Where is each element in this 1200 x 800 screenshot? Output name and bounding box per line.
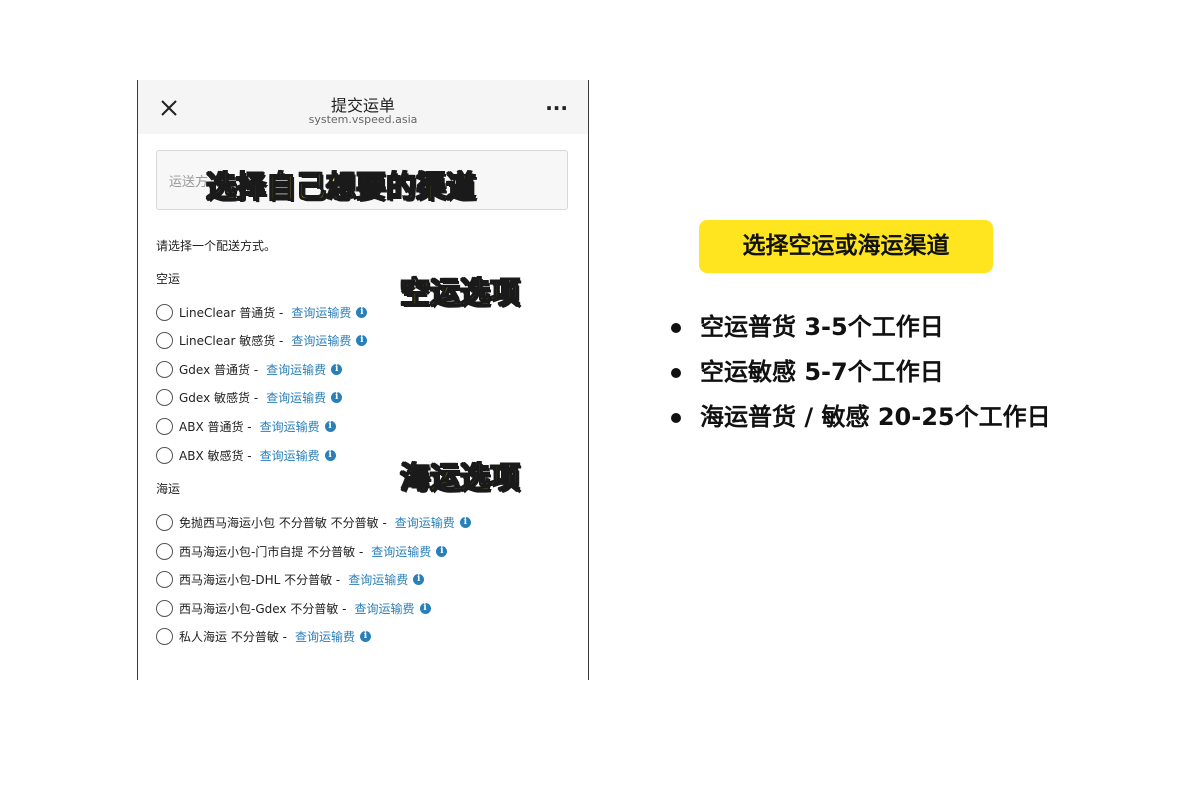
radio-icon[interactable] bbox=[156, 331, 173, 349]
radio-icon[interactable] bbox=[156, 513, 173, 531]
option-label: ABX 普通货 - bbox=[179, 419, 252, 434]
check-fee-link[interactable]: 查询运输费 bbox=[354, 600, 414, 617]
shipping-option[interactable]: 西马海运小包-DHL 不分普敏 - 查询运输费 i bbox=[156, 569, 425, 589]
shipping-method-placeholder: 运送方 bbox=[169, 175, 209, 190]
overlay-caption-choose-channel: 选择自己想要的渠道 bbox=[205, 169, 476, 205]
shipping-option[interactable]: LineClear 敏感货 - 查询运输费 i bbox=[156, 330, 368, 350]
option-label: Gdex 普通货 - bbox=[179, 362, 259, 377]
shipping-option[interactable]: ABX 普通货 - 查询运输费 i bbox=[156, 416, 336, 436]
option-label: 私人海运 不分普敏 - bbox=[179, 629, 287, 644]
info-icon[interactable]: i bbox=[359, 630, 371, 642]
check-fee-link[interactable]: 查询运输费 bbox=[371, 543, 431, 560]
page-url: system.vspeed.asia bbox=[308, 113, 418, 126]
info-icon[interactable]: i bbox=[459, 516, 471, 528]
top-bar: 提交运单 system.vspeed.asia ··· bbox=[138, 80, 588, 134]
option-label: 西马海运小包-Gdex 不分普敏 - bbox=[179, 601, 347, 616]
instruction-text: 请选择一个配送方式。 bbox=[156, 239, 277, 253]
option-label: ABX 敏感货 - bbox=[179, 448, 252, 463]
info-icon[interactable]: i bbox=[356, 334, 368, 346]
check-fee-link[interactable]: 查询运输费 bbox=[260, 418, 320, 435]
check-fee-link[interactable]: 查询运输费 bbox=[260, 447, 320, 464]
annotation-bullet-list: 空运普货 3-5个工作日 空运敏感 5-7个工作日 海运普货 / 敏感 20-2… bbox=[668, 305, 1051, 440]
option-label: 西马海运小包-DHL 不分普敏 - bbox=[179, 572, 341, 587]
radio-icon[interactable] bbox=[156, 388, 173, 406]
section-label-air: 空运 bbox=[156, 272, 181, 286]
overlay-caption-sea: 海运选项 bbox=[399, 460, 520, 496]
shipping-option[interactable]: LineClear 普通货 - 查询运输费 i bbox=[156, 302, 368, 322]
radio-icon[interactable] bbox=[156, 446, 173, 464]
annotation-bullet: 空运普货 3-5个工作日 bbox=[668, 305, 1051, 350]
radio-icon[interactable] bbox=[156, 599, 173, 617]
bullet-text: 空运普货 3-5个工作日 bbox=[700, 313, 944, 341]
check-fee-link[interactable]: 查询运输费 bbox=[291, 304, 351, 321]
option-label: Gdex 敏感货 - bbox=[179, 390, 259, 405]
info-icon[interactable]: i bbox=[356, 306, 368, 318]
shipping-option[interactable]: 免抛西马海运小包 不分普敏 不分普敏 - 查询运输费 i bbox=[156, 512, 471, 532]
info-icon[interactable]: i bbox=[436, 545, 448, 557]
info-icon[interactable]: i bbox=[331, 391, 343, 403]
info-icon[interactable]: i bbox=[331, 363, 343, 375]
radio-icon[interactable] bbox=[156, 303, 173, 321]
section-label-sea: 海运 bbox=[156, 482, 181, 496]
check-fee-link[interactable]: 查询运输费 bbox=[291, 332, 351, 349]
bullet-dot-icon bbox=[671, 413, 681, 423]
annotation-bullet: 海运普货 / 敏感 20-25个工作日 bbox=[668, 395, 1051, 440]
annotation-bullet: 空运敏感 5-7个工作日 bbox=[668, 350, 1051, 395]
check-fee-link[interactable]: 查询运输费 bbox=[395, 514, 455, 531]
bullet-text: 海运普货 / 敏感 20-25个工作日 bbox=[700, 403, 1051, 431]
radio-icon[interactable] bbox=[156, 570, 173, 588]
shipping-option[interactable]: 西马海运小包-Gdex 不分普敏 - 查询运输费 i bbox=[156, 598, 431, 618]
info-icon[interactable]: i bbox=[324, 449, 336, 461]
shipping-option[interactable]: Gdex 普通货 - 查询运输费 i bbox=[156, 359, 343, 379]
option-label: LineClear 敏感货 - bbox=[179, 333, 284, 348]
radio-icon[interactable] bbox=[156, 542, 173, 560]
more-icon[interactable]: ··· bbox=[545, 96, 568, 120]
option-label: LineClear 普通货 - bbox=[179, 305, 284, 320]
radio-icon[interactable] bbox=[156, 360, 173, 378]
radio-icon[interactable] bbox=[156, 417, 173, 435]
shipping-option[interactable]: ABX 敏感货 - 查询运输费 i bbox=[156, 445, 336, 465]
check-fee-link[interactable]: 查询运输费 bbox=[348, 571, 408, 588]
phone-screenshot: 提交运单 system.vspeed.asia ··· 运送方 选择自己想要的渠… bbox=[137, 80, 589, 680]
shipping-option[interactable]: 私人海运 不分普敏 - 查询运输费 i bbox=[156, 626, 371, 646]
info-icon[interactable]: i bbox=[419, 602, 431, 614]
shipping-option[interactable]: Gdex 敏感货 - 查询运输费 i bbox=[156, 387, 343, 407]
annotation-badge: 选择空运或海运渠道 bbox=[699, 220, 993, 273]
option-label: 西马海运小包-门市自提 不分普敏 - bbox=[179, 544, 364, 559]
check-fee-link[interactable]: 查询运输费 bbox=[266, 389, 326, 406]
info-icon[interactable]: i bbox=[413, 573, 425, 585]
check-fee-link[interactable]: 查询运输费 bbox=[295, 628, 355, 645]
check-fee-link[interactable]: 查询运输费 bbox=[266, 361, 326, 378]
bullet-dot-icon bbox=[671, 368, 681, 378]
radio-icon[interactable] bbox=[156, 627, 173, 645]
bullet-dot-icon bbox=[671, 323, 681, 333]
shipping-option[interactable]: 西马海运小包-门市自提 不分普敏 - 查询运输费 i bbox=[156, 541, 448, 561]
option-label: 免抛西马海运小包 不分普敏 不分普敏 - bbox=[179, 515, 387, 530]
info-icon[interactable]: i bbox=[324, 420, 336, 432]
overlay-caption-air: 空运选项 bbox=[399, 275, 520, 311]
bullet-text: 空运敏感 5-7个工作日 bbox=[700, 358, 944, 386]
